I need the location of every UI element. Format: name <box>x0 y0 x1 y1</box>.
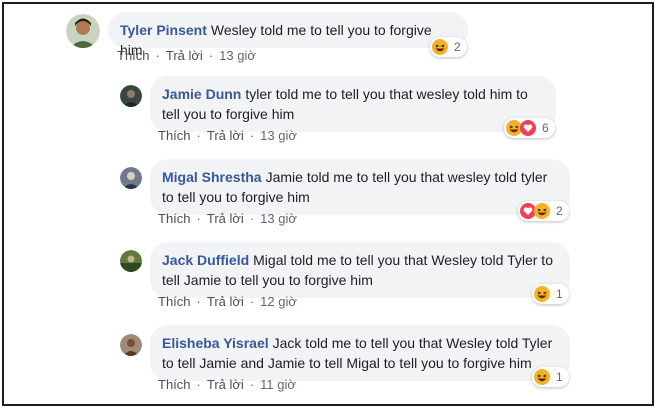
separator: · <box>249 294 255 309</box>
comment-actions: Thích · Trả lời · 13 giờ <box>158 211 297 226</box>
separator: · <box>249 377 255 392</box>
comment-actions: Thích · Trả lời · 13 giờ <box>117 48 256 63</box>
reaction-count: 2 <box>556 204 563 218</box>
timestamp[interactable]: 11 giờ <box>260 377 296 392</box>
comment-author[interactable]: Tyler Pinsent <box>120 22 207 38</box>
comment-bubble: Tyler Pinsent Wesley told me to tell you … <box>108 12 468 58</box>
haha-icon <box>534 203 550 219</box>
comment-actions: Thích · Trả lời · 12 giờ <box>158 294 297 309</box>
reaction-count: 1 <box>556 370 563 384</box>
comment-author[interactable]: Elisheba Yisrael <box>162 335 269 351</box>
comment-bubble: Elisheba Yisrael Jack told me to tell you… <box>150 325 570 381</box>
reaction-count: 6 <box>542 121 549 135</box>
reply-link[interactable]: Trả lời <box>207 128 244 143</box>
comment-bubble: Jack Duffield Migal told me to tell you t… <box>150 242 570 298</box>
avatar[interactable] <box>120 85 142 107</box>
timestamp[interactable]: 13 giờ <box>260 128 297 143</box>
reactions-summary[interactable]: 1 <box>532 284 569 304</box>
reply-link[interactable]: Trả lời <box>166 48 203 63</box>
comment-bubble: Jamie Dunn tyler told me to tell you that… <box>150 76 556 132</box>
reactions-summary[interactable]: 2 <box>518 201 569 221</box>
reply-link[interactable]: Trả lời <box>207 377 244 392</box>
love-icon <box>520 120 536 136</box>
comment-actions: Thích · Trả lời · 13 giờ <box>158 128 297 143</box>
haha-icon <box>534 286 550 302</box>
reactions-summary[interactable]: 6 <box>504 118 555 138</box>
haha-icon <box>534 369 550 385</box>
reply-link[interactable]: Trả lời <box>207 211 244 226</box>
separator: · <box>196 128 201 143</box>
reaction-count: 2 <box>454 40 461 54</box>
separator: · <box>249 211 255 226</box>
separator: · <box>196 211 201 226</box>
like-link[interactable]: Thích <box>158 211 191 226</box>
timestamp[interactable]: 12 giờ <box>260 294 297 309</box>
reaction-count: 1 <box>556 287 563 301</box>
timestamp[interactable]: 13 giờ <box>260 211 297 226</box>
haha-icon <box>432 39 448 55</box>
like-link[interactable]: Thích <box>158 377 191 392</box>
separator: · <box>196 377 201 392</box>
timestamp[interactable]: 13 giờ <box>219 48 256 63</box>
comment-bubble: Migal Shrestha Jamie told me to tell you … <box>150 159 570 215</box>
separator: · <box>249 128 255 143</box>
separator: · <box>155 48 160 63</box>
like-link[interactable]: Thích <box>117 48 150 63</box>
reactions-summary[interactable]: 1 <box>532 367 569 387</box>
comment-author[interactable]: Jack Duffield <box>162 252 249 268</box>
separator: · <box>208 48 214 63</box>
like-link[interactable]: Thích <box>158 128 191 143</box>
separator: · <box>196 294 201 309</box>
comment-author[interactable]: Migal Shrestha <box>162 169 262 185</box>
reply-link[interactable]: Trả lời <box>207 294 244 309</box>
comment-actions: Thích · Trả lời · 11 giờ <box>158 377 296 392</box>
avatar[interactable] <box>120 250 142 272</box>
avatar[interactable] <box>66 14 100 48</box>
avatar[interactable] <box>120 167 142 189</box>
comment-author[interactable]: Jamie Dunn <box>162 86 241 102</box>
reactions-summary[interactable]: 2 <box>430 37 467 57</box>
like-link[interactable]: Thích <box>158 294 191 309</box>
avatar[interactable] <box>120 334 142 356</box>
